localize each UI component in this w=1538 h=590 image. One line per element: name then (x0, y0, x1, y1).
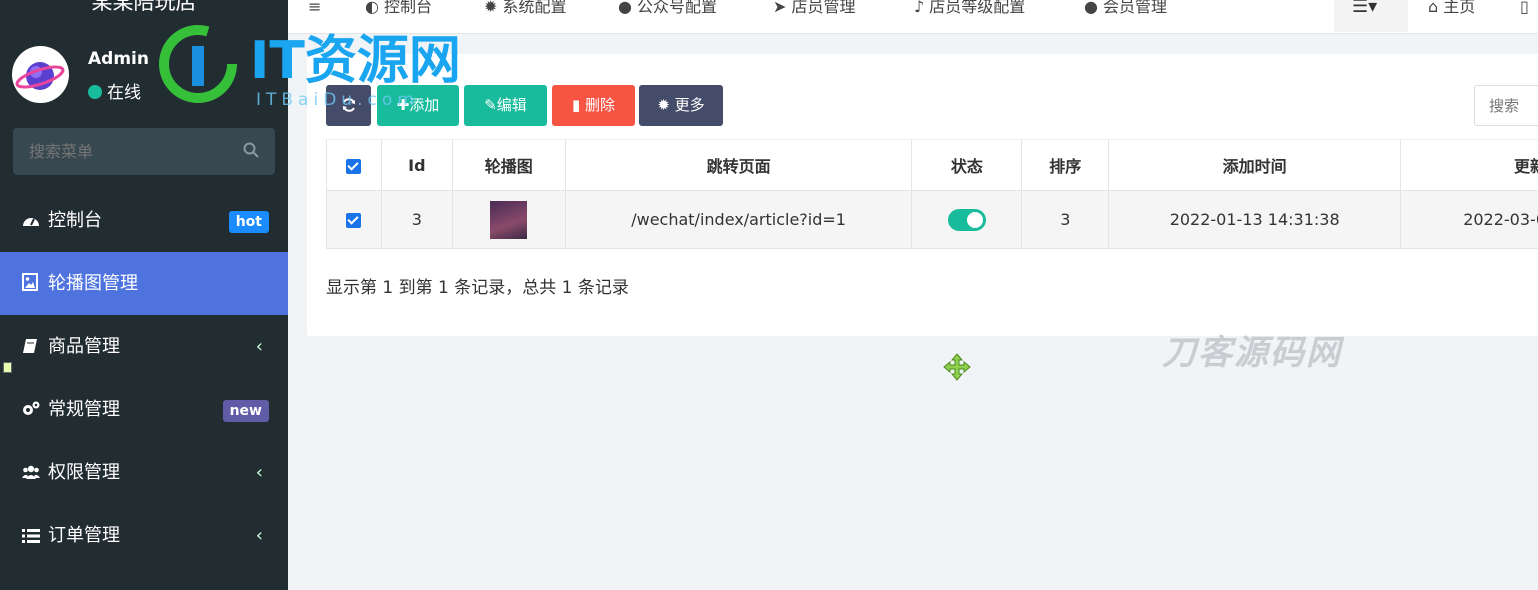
tab-members[interactable]: ● 会员管理 (1084, 0, 1167, 22)
online-dot-icon (88, 85, 102, 99)
app-brand: 某某陪玩店 (91, 0, 197, 14)
book-icon (22, 317, 40, 380)
new-badge: new (222, 400, 269, 422)
gear-icon: ✹ (484, 0, 503, 16)
image-icon (22, 254, 40, 317)
hot-badge: hot (228, 211, 269, 233)
gear-icon: ✹ (657, 96, 675, 114)
user-status: 在线 (88, 78, 141, 103)
wechat-icon: ● (618, 0, 638, 16)
delete-button[interactable]: ▮ 删除 (552, 85, 635, 126)
gears-icon (22, 380, 40, 443)
status-toggle[interactable] (947, 208, 986, 231)
tab-staff[interactable]: ➤ 店员管理 (773, 0, 856, 22)
chevron-left-icon: ‹ (255, 336, 263, 357)
cell-id: 3 (380, 190, 453, 249)
col-id[interactable]: Id (380, 139, 453, 191)
cell-status[interactable] (911, 190, 1023, 249)
menu-search-input[interactable] (13, 128, 275, 175)
user-name: Admin (88, 49, 149, 69)
search-icon[interactable] (243, 142, 259, 162)
chevron-left-icon: ‹ (255, 462, 263, 483)
content-panel: ✚添加 ✎编辑 ▮ 删除 ✹ 更多 Id 轮播图 跳转页面 状态 排序 添加时间… (307, 54, 1538, 336)
bars-dropdown-icon: ☰▾ (1352, 0, 1378, 17)
cell-sort: 3 (1021, 190, 1110, 249)
sidebar-item-orders[interactable]: 订单管理 ‹ (0, 504, 288, 567)
sidebar-item-carousel[interactable]: 轮播图管理 (0, 252, 288, 315)
send-icon: ➤ (773, 0, 792, 16)
tab-staff-level[interactable]: ♪ 店员等级配置 (914, 0, 1025, 22)
col-image: 轮播图 (451, 139, 566, 191)
user-icon: ● (1084, 0, 1104, 16)
col-updated: 更新 (1400, 139, 1538, 191)
watermark-bottom: 刀客源码网 (1162, 333, 1342, 373)
tab-wechat-config[interactable]: ● 公众号配置 (618, 0, 717, 22)
col-status: 状态 (911, 139, 1023, 191)
sidebar-item-general[interactable]: 常规管理 new (0, 378, 288, 441)
row-checkbox[interactable] (326, 190, 382, 249)
list-icon (22, 506, 40, 569)
trash-icon: ▮ (571, 96, 585, 114)
checkbox-icon[interactable] (346, 213, 362, 228)
trash-icon[interactable]: ▯ (1520, 0, 1529, 22)
table-header-row: Id 轮播图 跳转页面 状态 排序 添加时间 更新 (326, 139, 1538, 191)
sidebar-menu: 控制台 hot 轮播图管理 商品管理 ‹ 常规管理 new 权限管理 ‹ 订单管… (0, 189, 288, 567)
cell-created: 2022-01-13 14:31:38 (1108, 190, 1402, 249)
sidebar-item-dashboard[interactable]: 控制台 hot (0, 189, 288, 252)
col-created: 添加时间 (1108, 139, 1402, 191)
select-all-checkbox[interactable] (326, 139, 382, 191)
music-icon: ♪ (914, 0, 930, 16)
tab-system-config[interactable]: ✹ 系统配置 (484, 0, 567, 22)
chevron-left-icon: ‹ (255, 525, 263, 546)
pencil-icon: ✎ (484, 96, 497, 114)
home-link[interactable]: ⌂ 主页 (1428, 0, 1475, 22)
home-icon: ⌂ (1428, 0, 1444, 16)
col-link: 跳转页面 (564, 139, 913, 191)
users-icon (22, 443, 40, 506)
carousel-thumbnail[interactable] (490, 200, 528, 239)
more-tabs-dropdown[interactable]: ☰▾ (1334, 0, 1408, 32)
table-row[interactable]: 3 /wechat/index/article?id=1 3 2022-01-1… (326, 190, 1538, 249)
cell-image[interactable] (451, 190, 566, 249)
sidebar-item-goods[interactable]: 商品管理 ‹ (0, 315, 288, 378)
watermark-main-text: IT资源网 (250, 31, 461, 91)
menu-search[interactable] (13, 128, 275, 175)
avatar (12, 46, 69, 103)
pagination-info: 显示第 1 到第 1 条记录，总共 1 条记录 (326, 278, 629, 298)
move-cursor-icon (943, 353, 971, 385)
col-sort[interactable]: 排序 (1021, 139, 1110, 191)
menu-toggle-button[interactable]: ≡ (308, 0, 321, 22)
watermark-sub-text: ITBaiDu.com (256, 90, 419, 110)
cell-link: /wechat/index/article?id=1 (564, 190, 913, 249)
data-table: Id 轮播图 跳转页面 状态 排序 添加时间 更新 3 /wechat/inde… (326, 139, 1538, 249)
cell-updated: 2022-03-0 (1400, 190, 1538, 249)
table-search[interactable] (1474, 85, 1538, 126)
more-button[interactable]: ✹ 更多 (639, 85, 723, 126)
sidebar-item-permission[interactable]: 权限管理 ‹ (0, 441, 288, 504)
checkbox-icon[interactable] (346, 158, 362, 174)
dashboard-icon (22, 191, 40, 254)
dashboard-icon: ◐ (365, 0, 385, 16)
watermark-logo: IT资源网 ITBaiDu.com (158, 20, 478, 110)
tab-dashboard[interactable]: ◐ 控制台 (365, 0, 432, 22)
handle-marker (3, 362, 12, 373)
table-search-input[interactable] (1475, 86, 1538, 125)
